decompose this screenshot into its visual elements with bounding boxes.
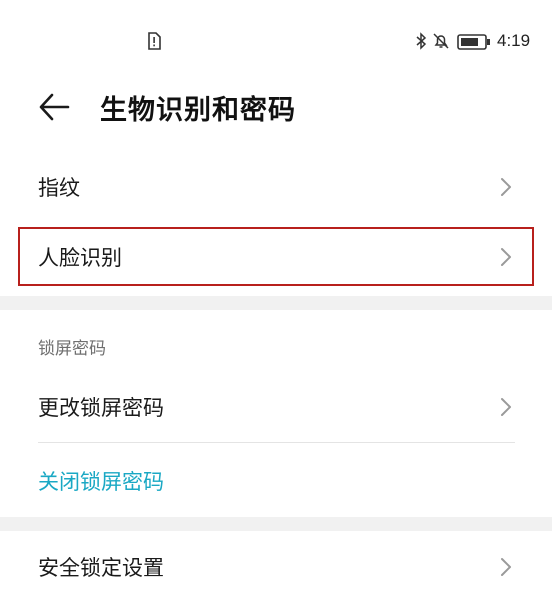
chevron-right-icon bbox=[501, 398, 511, 416]
sim-alert-icon bbox=[148, 32, 161, 50]
chevron-right-icon bbox=[501, 247, 511, 266]
fingerprint-row[interactable]: 指纹 bbox=[0, 156, 552, 218]
change-lock-password-label: 更改锁屏密码 bbox=[38, 396, 164, 420]
page-header: 生物识别和密码 bbox=[0, 78, 552, 138]
status-bar: 4:19 bbox=[0, 0, 552, 80]
face-recognition-label: 人脸识别 bbox=[38, 245, 122, 270]
bluetooth-icon bbox=[416, 32, 427, 50]
disable-lock-password-label: 关闭锁屏密码 bbox=[38, 470, 164, 494]
disable-lock-password-row[interactable]: 关闭锁屏密码 bbox=[0, 450, 552, 512]
change-lock-password-row[interactable]: 更改锁屏密码 bbox=[0, 376, 552, 438]
lock-screen-section-header: 锁屏密码 bbox=[38, 339, 106, 359]
battery-icon bbox=[457, 34, 490, 50]
page-title: 生物识别和密码 bbox=[100, 95, 296, 126]
fingerprint-label: 指纹 bbox=[38, 176, 80, 200]
security-lock-settings-label: 安全锁定设置 bbox=[38, 556, 164, 580]
divider bbox=[38, 442, 515, 443]
chevron-right-icon bbox=[501, 558, 511, 576]
arrow-left-icon[interactable] bbox=[38, 92, 70, 122]
face-recognition-row[interactable]: 人脸识别 bbox=[0, 227, 552, 286]
chevron-right-icon bbox=[501, 178, 511, 196]
section-divider bbox=[0, 296, 552, 310]
notifications-off-icon bbox=[433, 33, 449, 49]
section-divider bbox=[0, 517, 552, 531]
status-time: 4:19 bbox=[497, 31, 531, 50]
security-lock-settings-row[interactable]: 安全锁定设置 bbox=[0, 536, 552, 598]
